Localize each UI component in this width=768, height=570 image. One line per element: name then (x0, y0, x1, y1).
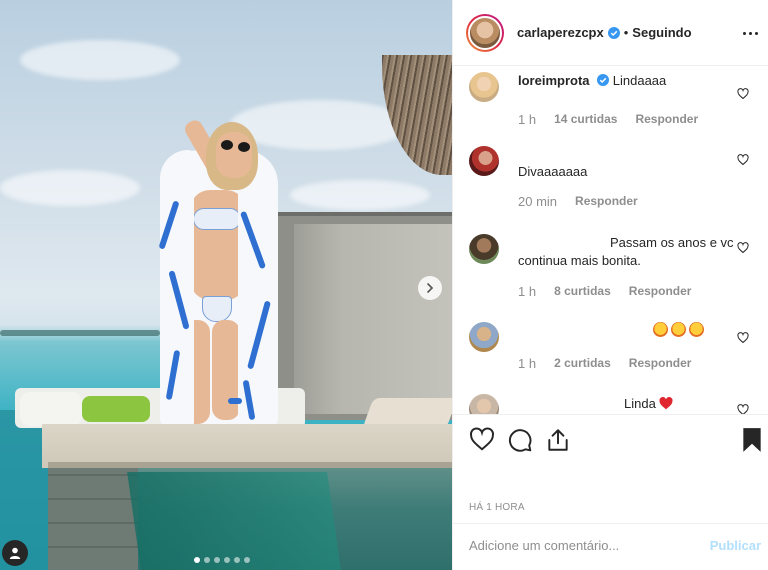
carousel-dots (194, 557, 250, 563)
commenter-avatar[interactable] (469, 234, 499, 264)
comment-time[interactable]: 1 h (518, 356, 536, 371)
star-struck-emoji-icon (653, 322, 668, 337)
add-comment-bar: Publicar (453, 523, 768, 570)
star-struck-emoji-icon (671, 322, 686, 337)
post-header: carlaperezcpx • Seguindo (453, 0, 768, 66)
commenter-avatar[interactable] (469, 146, 499, 176)
comment-message: Lindaaaa (612, 73, 667, 88)
comment-meta: 1 h 14 curtidas Responder (518, 112, 698, 127)
face (216, 132, 252, 178)
comment-time[interactable]: 1 h (518, 112, 536, 127)
cloud (230, 100, 410, 150)
reply-button[interactable]: Responder (635, 112, 698, 127)
green-pillow (82, 396, 150, 422)
author-avatar[interactable] (466, 13, 504, 52)
reply-button[interactable]: Responder (629, 356, 692, 371)
post-actions (453, 414, 768, 466)
cabana-bar (276, 212, 452, 216)
cloud (290, 180, 430, 210)
carousel-dot (214, 557, 220, 563)
bikini-top (193, 208, 241, 230)
comment-likes[interactable]: 8 curtidas (554, 284, 611, 299)
header-separator: • (623, 25, 629, 40)
comment-like-heart-icon[interactable] (737, 242, 749, 254)
commenter-avatar[interactable] (469, 322, 499, 352)
commenter-avatar[interactable] (469, 72, 499, 102)
comment-message: Linda (624, 396, 656, 411)
comment-time[interactable]: 20 min (518, 194, 557, 209)
comment-like-heart-icon[interactable] (737, 154, 749, 166)
comments-list[interactable]: loreimprota Lindaaaa 1 h 14 curtidas Res… (453, 66, 768, 414)
comment-text (518, 322, 734, 340)
verified-badge-icon (607, 26, 620, 39)
sunglasses (221, 140, 233, 150)
white-pillow (20, 392, 82, 426)
leg (212, 320, 240, 420)
comment-meta: 20 min Responder (518, 194, 638, 209)
post-timestamp[interactable]: HÁ 1 HORA (469, 502, 525, 513)
stone-wall (48, 468, 138, 570)
comment-message: Divaaaaaaa (518, 164, 588, 179)
carousel-dot (194, 557, 200, 563)
comment-input[interactable] (469, 538, 689, 553)
comment-meta: 1 h 8 curtidas Responder (518, 284, 691, 299)
comment-time[interactable]: 1 h (518, 284, 536, 299)
red-heart-emoji-icon (659, 396, 673, 410)
reply-button[interactable]: Responder (629, 284, 692, 299)
comment-likes[interactable]: 14 curtidas (554, 112, 617, 127)
comment-meta: 1 h 2 curtidas Responder (518, 356, 691, 371)
star-struck-emoji-icon (689, 322, 704, 337)
post-photo[interactable] (0, 0, 452, 570)
chevron-right-icon (427, 283, 434, 293)
following-button[interactable]: Seguindo (632, 25, 691, 40)
reply-button[interactable]: Responder (575, 194, 638, 209)
horizon-island (0, 330, 160, 336)
comment-text: Linda (518, 395, 734, 413)
post-side-panel: carlaperezcpx • Seguindo loreimprota Lin… (452, 0, 768, 570)
bikini-bottom (202, 296, 232, 322)
pool-glass (127, 472, 341, 570)
comment-icon[interactable] (507, 427, 533, 453)
cloud (0, 170, 140, 206)
comment-message: Passam os anos e vc continua mais bonita… (518, 235, 734, 268)
comment-likes[interactable]: 2 curtidas (554, 356, 611, 371)
verified-badge-icon (597, 74, 610, 86)
carousel-dot (234, 557, 240, 563)
bookmark-icon[interactable] (739, 427, 765, 453)
carousel-dot (224, 557, 230, 563)
comment-username[interactable]: loreimprota (518, 73, 590, 88)
comment-text: Divaaaaaaa (518, 163, 734, 181)
comment-text: loreimprota Lindaaaa (518, 72, 734, 90)
comment-like-heart-icon[interactable] (737, 88, 749, 100)
publish-button[interactable]: Publicar (710, 538, 761, 553)
comment-like-heart-icon[interactable] (737, 404, 749, 414)
carousel-dot (244, 557, 250, 563)
coral-pattern (228, 398, 242, 404)
thatch-roof (382, 55, 452, 175)
cloud (20, 40, 180, 80)
comment-text: Passam os anos e vc continua mais bonita… (518, 234, 734, 270)
carousel-dot (204, 557, 210, 563)
heart-icon[interactable] (469, 427, 495, 453)
cabana-curtain (294, 224, 452, 414)
user-tag-button[interactable] (2, 540, 28, 566)
sunglasses (238, 142, 250, 152)
commenter-avatar[interactable] (469, 394, 499, 414)
comment-like-heart-icon[interactable] (737, 332, 749, 344)
more-options-icon[interactable] (743, 26, 761, 40)
user-tag-icon (9, 547, 21, 559)
share-icon[interactable] (545, 427, 571, 453)
author-username[interactable]: carlaperezcpx (517, 25, 604, 40)
next-photo-button[interactable] (418, 276, 442, 300)
